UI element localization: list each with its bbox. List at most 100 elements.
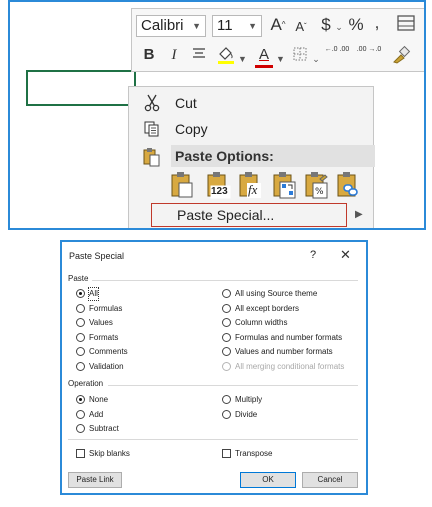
option-label: Add (89, 410, 104, 419)
scissors-icon (143, 94, 161, 112)
format-painter-icon[interactable] (390, 45, 412, 71)
option-label: Divide (235, 410, 258, 419)
divider (108, 385, 358, 386)
option-label: Values and number formats (235, 347, 333, 356)
chevron-right-icon: ▶ (355, 209, 363, 220)
ok-button[interactable]: OK (240, 472, 296, 488)
radio-icon (76, 395, 85, 404)
decrease-font-label: A (295, 19, 304, 34)
paste-section-label: Paste (68, 274, 89, 283)
decrease-decimal-button[interactable]: .00 →.0 (356, 45, 382, 54)
paste-formatting-icon[interactable]: % (303, 171, 329, 199)
paste-link-icon[interactable] (335, 171, 361, 199)
help-button[interactable]: ? (310, 249, 316, 261)
font-color-swatch (255, 65, 273, 68)
option-label: All merging conditional formats (235, 362, 345, 371)
increase-decimal-button[interactable]: ←.0 .00 (324, 45, 350, 54)
currency-format-button[interactable]: $ (318, 15, 334, 35)
paste-options-icon (143, 147, 161, 172)
increase-decimal-label: ←.0 .00 (324, 46, 350, 53)
option-label: None (89, 395, 109, 404)
font-size-value: 11 (217, 17, 233, 34)
font-name-value: Calibri (141, 17, 184, 34)
format-painter-grid-icon[interactable] (395, 15, 417, 37)
close-button[interactable]: ✕ (340, 247, 351, 263)
copy-icon (143, 120, 161, 138)
context-menu: Cut Copy Paste Options: 123 fx % Paste S… (128, 86, 375, 228)
checkbox-icon (76, 449, 85, 458)
operation-section-label: Operation (68, 379, 104, 388)
option-label: Skip blanks (89, 449, 130, 458)
option-label: Multiply (235, 395, 263, 404)
paste-formulas-icon[interactable]: fx (237, 171, 263, 199)
italic-button[interactable]: I (168, 45, 180, 65)
option-label: Formulas and number formats (235, 333, 343, 342)
chevron-down-icon: ▼ (248, 21, 257, 31)
radio-icon (222, 410, 231, 419)
font-name-dropdown[interactable]: Calibri ▼ (136, 15, 206, 37)
radio-icon (76, 333, 85, 342)
increase-font-size-button[interactable]: A^ (270, 15, 286, 35)
menu-item-cut[interactable]: Cut (129, 91, 373, 115)
divider (92, 280, 358, 281)
option-label: Formulas (89, 304, 123, 313)
decrease-font-size-button[interactable]: Aˇ (294, 17, 308, 37)
option-label: All except borders (235, 304, 300, 313)
option-label: Transpose (235, 449, 273, 458)
option-label: Subtract (89, 424, 119, 433)
font-color-button[interactable]: A (256, 45, 272, 65)
radio-icon (76, 318, 85, 327)
chevron-down-icon[interactable]: ⌄ (335, 17, 343, 37)
bold-button[interactable]: B (142, 45, 156, 65)
radio-icon (222, 362, 231, 371)
menu-item-label: Copy (175, 121, 208, 137)
option-label: Column widths (235, 318, 288, 327)
font-color-letter: A (258, 46, 269, 63)
cancel-button[interactable]: Cancel (302, 472, 358, 488)
paste-formulas-glyph: fx (248, 182, 258, 197)
option-label: Comments (89, 347, 128, 356)
radio-icon (222, 395, 231, 404)
option-label: All (88, 287, 99, 301)
radio-icon (222, 347, 231, 356)
radio-icon (222, 318, 231, 327)
selected-cell[interactable] (26, 70, 136, 106)
option-label: Formats (89, 333, 119, 342)
decrease-decimal-label: .00 →.0 (356, 46, 382, 53)
option-label: Values (89, 318, 113, 327)
paste-transpose-icon[interactable] (271, 171, 297, 199)
chevron-down-icon[interactable]: ▼ (238, 49, 247, 69)
paste-special-dialog: Paste Special ? ✕ Paste All Formulas Val… (60, 240, 368, 495)
option-label: Validation (89, 362, 124, 371)
font-size-dropdown[interactable]: 11 ▼ (212, 15, 262, 37)
menu-item-label: Cut (175, 95, 197, 111)
align-center-icon[interactable] (190, 47, 208, 67)
paste-values-icon[interactable]: 123 (205, 171, 231, 199)
radio-icon (222, 289, 231, 298)
radio-icon (76, 304, 85, 313)
svg-text:%: % (315, 187, 324, 197)
chevron-down-icon[interactable]: ⌄ (312, 49, 320, 69)
increase-font-label: A (270, 15, 282, 34)
option-label: All using Source theme (235, 289, 318, 298)
radio-icon (76, 362, 85, 371)
percent-style-button[interactable]: % (347, 15, 365, 35)
comma-style-button[interactable]: , (372, 13, 382, 33)
borders-icon[interactable] (292, 47, 308, 67)
excel-context-screenshot: Calibri ▼ 11 ▼ A^ Aˇ $ ⌄ % , B I ▼ A ▼ ⌄… (8, 0, 426, 230)
paste-options-title: Paste Options: (175, 148, 274, 164)
radio-icon (76, 424, 85, 433)
mini-toolbar: Calibri ▼ 11 ▼ A^ Aˇ $ ⌄ % , B I ▼ A ▼ ⌄… (131, 8, 424, 72)
menu-item-label: Paste Special... (177, 207, 275, 223)
paste-values-number: 123 (211, 186, 228, 197)
fill-color-icon[interactable] (216, 45, 236, 71)
dialog-title: Paste Special (69, 251, 125, 261)
chevron-down-icon[interactable]: ▼ (276, 49, 285, 69)
divider (68, 439, 358, 440)
paste-icon[interactable] (169, 171, 195, 199)
radio-icon (76, 289, 85, 298)
radio-icon (222, 304, 231, 313)
radio-icon (222, 333, 231, 342)
paste-link-button[interactable]: Paste Link (68, 472, 122, 488)
menu-item-copy[interactable]: Copy (129, 117, 373, 141)
